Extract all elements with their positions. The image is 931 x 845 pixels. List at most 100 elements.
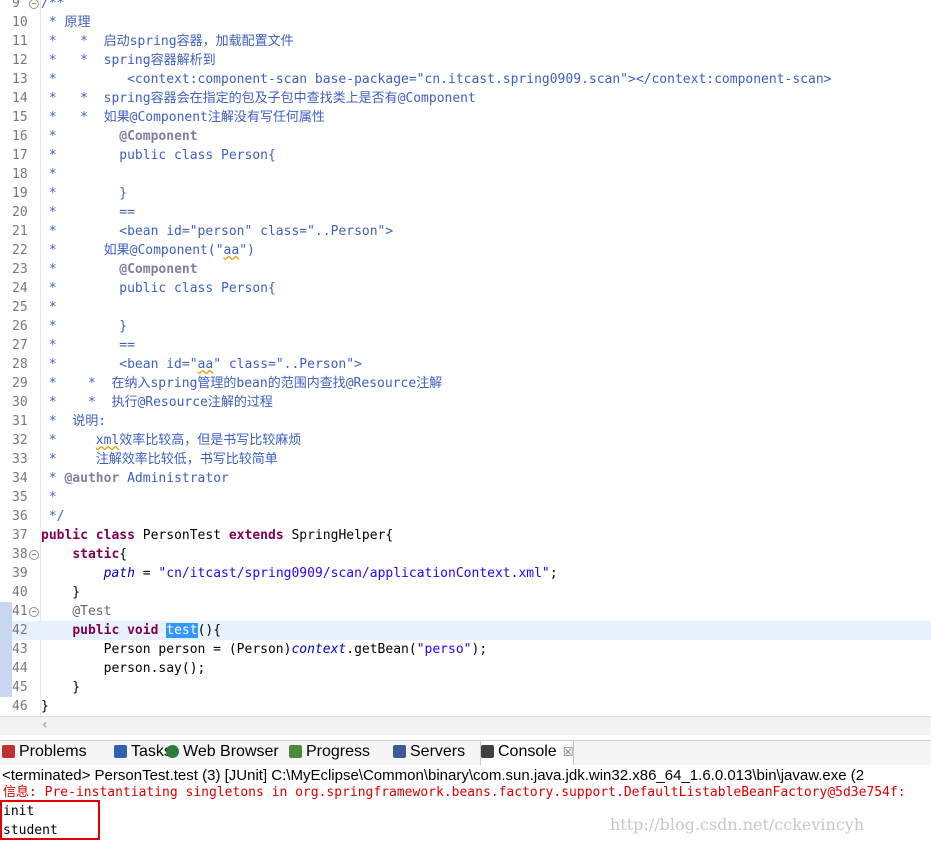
line-number: 46 <box>12 699 28 714</box>
line-number: 17 <box>12 148 28 163</box>
code-text: * 如果@Component("aa") <box>41 241 255 260</box>
code-text: * * 执行@Resource注解的过程 <box>41 393 273 412</box>
code-text: * <context:component-scan base-package="… <box>41 70 832 89</box>
code-editor[interactable]: 9−/** 10 * 原理 11 * * 启动spring容器，加载配置文件 12 *… <box>0 0 931 716</box>
code-token: aa <box>197 357 214 372</box>
code-line[interactable]: 26 * } <box>0 317 931 336</box>
code-line[interactable]: 9−/** <box>0 0 931 13</box>
console-info-line: 信息: Pre-instantiating singletons in org.… <box>3 785 906 800</box>
code-line[interactable]: 39 path = "cn/itcast/spring0909/scan/app… <box>0 564 931 583</box>
code-line[interactable]: 22 * 如果@Component("aa") <box>0 241 931 260</box>
code-token: (){ <box>197 623 222 638</box>
line-number: 28 <box>12 357 28 372</box>
code-token: @Component <box>119 129 198 144</box>
code-line[interactable]: 19 * } <box>0 184 931 203</box>
tab-tasks[interactable]: Tasks <box>114 741 172 765</box>
code-token: @Component <box>119 262 198 277</box>
line-number: 16 <box>12 129 28 144</box>
line-number: 45 <box>12 680 28 695</box>
code-token: * 如果@Component(" <box>41 243 224 258</box>
code-line[interactable]: 38− static{ <box>0 545 931 564</box>
code-token: @Test <box>72 604 112 619</box>
code-text: * } <box>41 184 127 203</box>
code-text: * == <box>41 336 135 355</box>
line-number: 42 <box>12 623 28 638</box>
code-line[interactable]: 32 * xml效率比较高，但是书写比较麻烦 <box>0 431 931 450</box>
code-line[interactable]: 41− @Test <box>0 602 931 621</box>
code-line[interactable]: 11 * * 启动spring容器，加载配置文件 <box>0 32 931 51</box>
code-token: } <box>41 680 81 695</box>
code-text: public class PersonTest extends SpringHe… <box>41 526 393 545</box>
code-line[interactable]: 27 * == <box>0 336 931 355</box>
code-line[interactable]: 10 * 原理 <box>0 13 931 32</box>
code-line[interactable]: 12 * * spring容器解析到 <box>0 51 931 70</box>
code-line[interactable]: 23 * @Component <box>0 260 931 279</box>
code-line[interactable]: 15 * * 如果@Component注解没有写任何属性 <box>0 108 931 127</box>
code-token: * <box>41 490 57 505</box>
code-line[interactable]: 45 } <box>0 678 931 697</box>
fold-toggle-icon[interactable]: − <box>29 0 39 9</box>
problems-icon <box>2 745 15 758</box>
code-line[interactable]: 37 public class PersonTest extends Spring… <box>0 526 931 545</box>
line-number: 25 <box>12 300 28 315</box>
code-line[interactable]: 18 * <box>0 165 931 184</box>
code-token: * == <box>41 338 135 353</box>
code-line[interactable]: 16 * @Component <box>0 127 931 146</box>
code-token: * * 在纳入spring管理的bean的范围内查找@Resource注解 <box>41 376 443 391</box>
code-token: * <box>41 433 96 448</box>
tasks-icon <box>114 745 127 758</box>
code-line[interactable]: 25 * <box>0 298 931 317</box>
code-line[interactable]: 31 * 说明: <box>0 412 931 431</box>
code-line[interactable]: 13 * <context:component-scan base-packag… <box>0 70 931 89</box>
code-line[interactable]: 46} <box>0 697 931 716</box>
code-line[interactable]: 28 * <bean id="aa" class="..Person"> <box>0 355 931 374</box>
code-token: test <box>166 623 198 638</box>
close-tab-icon[interactable]: ☒ <box>563 745 574 759</box>
code-text: path = "cn/itcast/spring0909/scan/applic… <box>41 564 558 583</box>
code-token: extends <box>228 528 284 543</box>
code-line[interactable]: 20 * == <box>0 203 931 222</box>
fold-toggle-icon[interactable]: − <box>29 607 39 617</box>
code-line[interactable]: 29 * * 在纳入spring管理的bean的范围内查找@Resource注解 <box>0 374 931 393</box>
code-line[interactable]: 43 Person person = (Person)context.getBe… <box>0 640 931 659</box>
code-line[interactable]: 34 * @author Administrator <box>0 469 931 488</box>
line-number: 33 <box>12 452 28 467</box>
fold-toggle-icon[interactable]: − <box>29 550 39 560</box>
line-number: 13 <box>12 72 28 87</box>
code-token: * * spring容器解析到 <box>41 53 216 68</box>
code-text: * @Component <box>41 127 198 146</box>
code-line[interactable]: 44 person.say(); <box>0 659 931 678</box>
horizontal-scrollbar[interactable]: ‹ <box>0 716 931 735</box>
code-line[interactable]: 36 */ <box>0 507 931 526</box>
tab-web-browser[interactable]: Web Browser <box>166 741 279 765</box>
output-highlight-box <box>0 800 100 840</box>
code-token: * <bean id="person" class="..Person"> <box>41 224 394 239</box>
code-text: * <bean id="person" class="..Person"> <box>41 222 393 241</box>
scroll-left-icon[interactable]: ‹ <box>42 717 48 733</box>
code-line[interactable]: 21 * <bean id="person" class="..Person"> <box>0 222 931 241</box>
line-number: 27 <box>12 338 28 353</box>
code-token: * } <box>41 319 128 334</box>
tab-servers[interactable]: Servers <box>393 741 465 765</box>
code-token: * public class Person{ <box>41 148 276 163</box>
code-line[interactable]: 24 * public class Person{ <box>0 279 931 298</box>
code-line[interactable]: 14 * * spring容器会在指定的包及子包中查找类上是否有@Compone… <box>0 89 931 108</box>
tab-problems[interactable]: Problems <box>2 741 87 765</box>
tab-console[interactable]: Console ☒ <box>480 741 575 766</box>
code-token: public <box>72 623 120 638</box>
code-line[interactable]: 42 public void test(){ <box>0 621 931 640</box>
code-line[interactable]: 17 * public class Person{ <box>0 146 931 165</box>
code-token: * <box>41 167 57 182</box>
code-line[interactable]: 30 * * 执行@Resource注解的过程 <box>0 393 931 412</box>
tab-progress[interactable]: Progress <box>289 741 370 765</box>
code-line[interactable]: 35 * <box>0 488 931 507</box>
code-text: person.say(); <box>41 659 206 678</box>
code-line[interactable]: 40 } <box>0 583 931 602</box>
code-line[interactable]: 33 * 注解效率比较低，书写比较简单 <box>0 450 931 469</box>
watermark: http://blog.csdn.net/cckevincyh <box>610 815 865 834</box>
line-number: 43 <box>12 642 28 657</box>
code-token: * == <box>41 205 135 220</box>
line-number: 20 <box>12 205 28 220</box>
